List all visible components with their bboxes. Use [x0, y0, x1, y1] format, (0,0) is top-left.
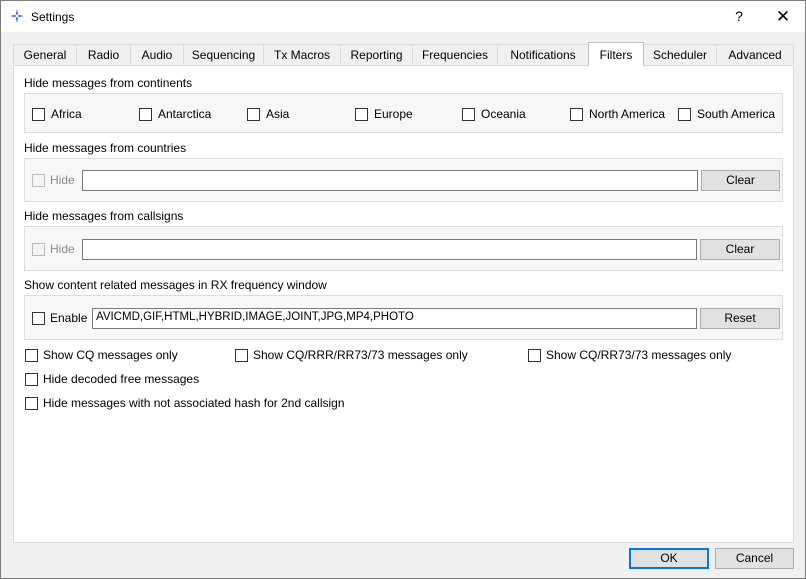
help-button[interactable]: ? — [717, 1, 761, 32]
content-group: Enable AVICMD,GIF,HTML,HYBRID,IMAGE,JOIN… — [24, 295, 783, 340]
north-america-checkbox[interactable] — [570, 108, 583, 121]
countries-input[interactable] — [82, 170, 698, 191]
tab-frequencies[interactable]: Frequencies — [412, 44, 498, 64]
hide-hash-checkbox[interactable] — [25, 397, 38, 410]
tab-advanced[interactable]: Advanced — [716, 44, 794, 64]
africa-checkbox[interactable] — [32, 108, 45, 121]
africa-label: Africa — [51, 107, 82, 121]
tab-audio[interactable]: Audio — [130, 44, 184, 64]
oceania-checkbox[interactable] — [462, 108, 475, 121]
show-cq-rr73-checkbox[interactable] — [528, 349, 541, 362]
oceania-label: Oceania — [481, 107, 526, 121]
europe-checkbox[interactable] — [355, 108, 368, 121]
app-star-icon — [10, 9, 24, 23]
tab-notifications[interactable]: Notifications — [497, 44, 589, 64]
show-cq-rrr-checkbox[interactable] — [235, 349, 248, 362]
cancel-button[interactable]: Cancel — [715, 548, 794, 569]
ok-button[interactable]: OK — [629, 548, 709, 569]
title-bar: Settings ? ✕ — [1, 1, 805, 32]
callsigns-clear-button[interactable]: Clear — [700, 239, 780, 260]
asia-checkbox[interactable] — [247, 108, 260, 121]
settings-dialog: Settings ? ✕ General Radio Audio Sequenc… — [0, 0, 806, 579]
content-enable-label: Enable — [50, 311, 88, 325]
continents-group: Africa Antarctica Asia Europe Oceania No… — [24, 93, 783, 133]
tab-filters[interactable]: Filters — [588, 42, 644, 66]
show-cq-only-label: Show CQ messages only — [43, 348, 178, 362]
callsigns-hide-label: Hide — [50, 242, 75, 256]
antarctica-checkbox[interactable] — [139, 108, 152, 121]
tab-reporting[interactable]: Reporting — [340, 44, 413, 64]
close-button[interactable]: ✕ — [761, 1, 805, 32]
south-america-checkbox[interactable] — [678, 108, 691, 121]
countries-clear-button[interactable]: Clear — [701, 170, 780, 191]
show-cq-rr73-label: Show CQ/RR73/73 messages only — [546, 348, 732, 362]
north-america-label: North America — [589, 107, 666, 121]
tab-general[interactable]: General — [13, 44, 77, 64]
content-reset-button[interactable]: Reset — [700, 308, 780, 329]
countries-heading: Hide messages from countries — [24, 141, 187, 155]
callsigns-hide-checkbox[interactable] — [32, 243, 45, 256]
countries-hide-checkbox[interactable] — [32, 174, 45, 187]
countries-hide-label: Hide — [50, 173, 75, 187]
content-enable-checkbox[interactable] — [32, 312, 45, 325]
callsigns-input[interactable] — [82, 239, 697, 260]
antarctica-label: Antarctica — [158, 107, 212, 121]
tab-radio[interactable]: Radio — [76, 44, 131, 64]
tab-scheduler[interactable]: Scheduler — [643, 44, 717, 64]
callsigns-group: Hide Clear — [24, 226, 783, 271]
hide-free-checkbox[interactable] — [25, 373, 38, 386]
show-cq-only-checkbox[interactable] — [25, 349, 38, 362]
callsigns-heading: Hide messages from callsigns — [24, 209, 184, 223]
window-title: Settings — [31, 10, 75, 24]
hide-free-label: Hide decoded free messages — [43, 372, 200, 386]
south-america-label: South America — [697, 107, 776, 121]
content-types-input[interactable]: AVICMD,GIF,HTML,HYBRID,IMAGE,JOINT,JPG,M… — [92, 308, 697, 329]
tab-sequencing[interactable]: Sequencing — [183, 44, 264, 64]
tab-tx-macros[interactable]: Tx Macros — [263, 44, 341, 64]
asia-label: Asia — [266, 107, 290, 121]
filters-panel: Hide messages from continents Africa Ant… — [13, 65, 794, 543]
countries-group: Hide Clear — [24, 158, 783, 202]
content-heading: Show content related messages in RX freq… — [24, 278, 327, 292]
continents-heading: Hide messages from continents — [24, 76, 193, 90]
show-cq-rrr-label: Show CQ/RRR/RR73/73 messages only — [253, 348, 468, 362]
europe-label: Europe — [374, 107, 413, 121]
hide-hash-label: Hide messages with not associated hash f… — [43, 396, 345, 410]
